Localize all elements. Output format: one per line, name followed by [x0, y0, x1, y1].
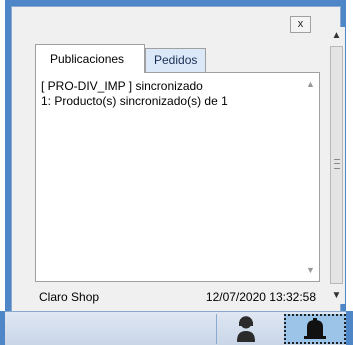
grip-icon — [334, 159, 340, 169]
sync-timestamp: 12/07/2020 13:32:58 — [205, 290, 316, 304]
window-scrollbar[interactable]: ▲ ▼ — [328, 27, 345, 304]
scroll-down-arrow-icon[interactable]: ▼ — [305, 265, 316, 275]
scrollbar-thumb[interactable] — [330, 46, 343, 284]
tab-publicaciones[interactable]: Publicaciones — [35, 44, 145, 73]
log-panel: [ PRO-DIV_IMP ] sincronizado 1: Producto… — [35, 72, 320, 282]
scroll-up-arrow-icon[interactable]: ▲ — [305, 79, 316, 89]
bell-icon — [304, 318, 326, 339]
log-line: 1: Producto(s) sincronizado(s) de 1 — [41, 94, 228, 108]
scroll-up-icon[interactable]: ▲ — [328, 27, 345, 44]
tab-pedidos[interactable]: Pedidos — [145, 48, 206, 72]
log-text: [ PRO-DIV_IMP ] sincronizado 1: Producto… — [41, 79, 301, 109]
agent-button[interactable] — [216, 314, 282, 344]
status-bar: Claro Shop 12/07/2020 13:32:58 — [35, 290, 320, 306]
agent-icon — [237, 316, 255, 342]
log-line: [ PRO-DIV_IMP ] sincronizado — [41, 79, 203, 93]
store-name: Claro Shop — [39, 290, 100, 304]
scroll-down-icon[interactable]: ▼ — [328, 287, 345, 304]
taskbar — [0, 311, 353, 345]
close-button[interactable]: x — [290, 16, 311, 33]
taskbar-inner — [5, 311, 346, 345]
notifications-button[interactable] — [284, 314, 346, 344]
log-scrollbar[interactable]: ▲ ▼ — [305, 79, 316, 275]
tab-bar: Publicaciones Pedidos — [35, 44, 320, 73]
